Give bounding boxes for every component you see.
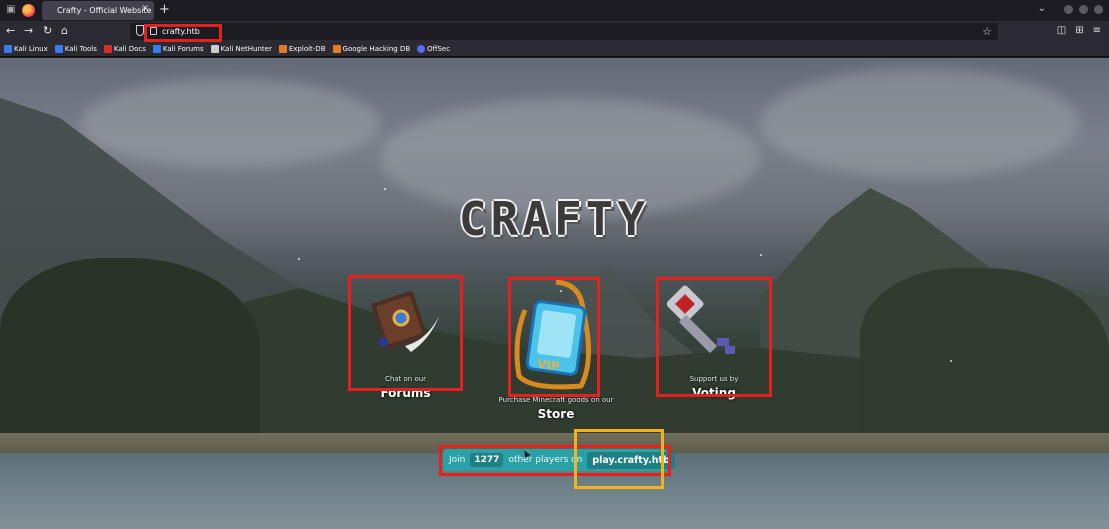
url-bar[interactable]: crafty.htb ☆ bbox=[130, 23, 998, 40]
firefox-view-icon[interactable]: ▣ bbox=[4, 3, 18, 17]
shield-icon[interactable] bbox=[136, 25, 144, 36]
annotation-box-forums bbox=[348, 275, 463, 391]
list-tabs-icon[interactable]: ⌄ bbox=[1038, 3, 1046, 14]
close-tab-icon[interactable]: ✕ bbox=[141, 4, 149, 14]
bookmarks-bar: Kali Linux Kali Tools Kali Docs Kali For… bbox=[0, 42, 1109, 57]
firefox-icon bbox=[22, 4, 35, 17]
page-viewport: CRAFTY Chat on our Forums VIP Purchase M… bbox=[0, 58, 1109, 529]
close-window-button[interactable] bbox=[1094, 5, 1103, 14]
bookmark-kali-forums[interactable]: Kali Forums bbox=[152, 45, 204, 53]
particle bbox=[298, 258, 300, 260]
kali-forums-icon bbox=[152, 45, 161, 53]
home-icon[interactable]: ⌂ bbox=[61, 23, 68, 39]
bookmark-exploit-db[interactable]: Exploit-DB bbox=[278, 45, 326, 53]
bookmark-google-hacking-db[interactable]: Google Hacking DB bbox=[332, 45, 410, 53]
kali-icon bbox=[4, 45, 12, 53]
forward-icon[interactable]: → bbox=[24, 23, 33, 39]
annotation-box-voting bbox=[656, 277, 772, 397]
tab-bar: ▣ Crafty - Official Website ✕ + ⌄ bbox=[0, 0, 1109, 21]
bookmark-kali-nethunter[interactable]: Kali NetHunter bbox=[210, 45, 272, 53]
particle bbox=[950, 360, 952, 362]
window-controls bbox=[1064, 5, 1103, 14]
bookmark-kali-linux[interactable]: Kali Linux bbox=[4, 45, 48, 53]
ghdb-icon bbox=[332, 45, 341, 53]
exploit-db-icon bbox=[278, 45, 287, 53]
bookmark-star-icon[interactable]: ☆ bbox=[982, 23, 992, 40]
store-title[interactable]: Store bbox=[495, 407, 617, 421]
store-subtitle: Purchase Minecraft goods on our bbox=[498, 396, 614, 404]
extensions-icon[interactable]: ⊞ bbox=[1075, 24, 1083, 38]
bookmark-kali-docs[interactable]: Kali Docs bbox=[103, 45, 146, 53]
particle bbox=[384, 188, 386, 190]
menu-icon[interactable]: ≡ bbox=[1093, 24, 1101, 38]
kali-docs-icon bbox=[103, 45, 112, 53]
pocket-icon[interactable]: ◫ bbox=[1057, 24, 1066, 38]
annotation-box-url bbox=[144, 24, 222, 42]
maximize-button[interactable] bbox=[1079, 5, 1088, 14]
toolbar-right: ◫ ⊞ ≡ bbox=[1057, 24, 1101, 38]
annotation-box-store bbox=[508, 277, 600, 397]
back-icon[interactable]: ← bbox=[6, 23, 15, 39]
offsec-icon bbox=[417, 45, 426, 53]
new-tab-button[interactable]: + bbox=[159, 2, 170, 18]
bookmark-kali-tools[interactable]: Kali Tools bbox=[54, 45, 97, 53]
crafty-logo: CRAFTY bbox=[458, 192, 650, 246]
tab-title: Crafty - Official Website bbox=[57, 6, 152, 15]
tab-crafty[interactable]: Crafty - Official Website ✕ bbox=[42, 1, 154, 20]
reload-icon[interactable]: ↻ bbox=[43, 23, 52, 39]
minimize-button[interactable] bbox=[1064, 5, 1073, 14]
nethunter-icon bbox=[210, 45, 219, 53]
annotation-box-server-address bbox=[574, 429, 664, 489]
bookmark-offsec[interactable]: OffSec bbox=[417, 45, 450, 53]
kali-tools-icon bbox=[54, 45, 63, 53]
particle bbox=[760, 254, 762, 256]
